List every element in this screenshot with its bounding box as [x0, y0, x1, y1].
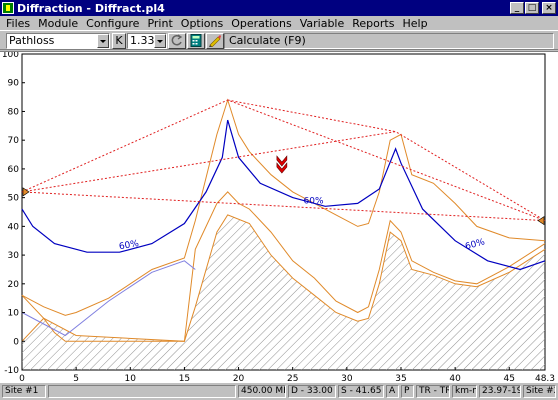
y-tick-label-7: 30	[8, 251, 20, 261]
mode-select-value: Pathloss	[9, 34, 55, 47]
minimize-button[interactable]: _	[510, 2, 524, 14]
profile-plot: 60%60%60%1009080706050403020100-100 5 10 15…	[2, 52, 555, 384]
y-tick-label-2: 80	[8, 107, 20, 117]
k-label: K	[115, 34, 123, 47]
status-site2: Site #2	[523, 385, 556, 398]
close-button[interactable]: ×	[542, 2, 556, 14]
menu-bar: Files Module Configure Print Options Ope…	[0, 16, 558, 30]
y-tick-label-6: 40	[8, 222, 20, 232]
y-tick-label-9: 10	[8, 309, 20, 319]
y-tick-label-11: -10	[4, 366, 19, 376]
calculate-status: Calculate (F9)	[224, 33, 554, 49]
menu-variable[interactable]: Variable	[296, 17, 349, 30]
menu-options[interactable]: Options	[177, 17, 227, 30]
maximize-button[interactable]: □	[525, 2, 539, 14]
pencil-icon	[209, 35, 221, 48]
refresh-icon	[171, 34, 183, 46]
status-units: km-m	[452, 385, 477, 398]
status-site1: Site #1	[2, 385, 46, 398]
status-a: A	[386, 385, 399, 398]
menu-reports[interactable]: Reports	[348, 17, 398, 30]
k-button[interactable]: K	[112, 33, 126, 49]
status-p: P	[401, 385, 414, 398]
status-tr: TR - TR	[416, 385, 450, 398]
window-controls: _ □ ×	[510, 2, 556, 14]
toolbar: Pathloss K 1.33 Calculate (F9)	[0, 30, 558, 50]
status-d-loss: D - 33.00 dB	[288, 385, 336, 398]
status-bar: Site #1 450.00 MHz D - 33.00 dB S - 41.6…	[0, 383, 558, 400]
status-blank	[48, 385, 236, 398]
app-icon	[2, 2, 14, 14]
chevron-down-icon[interactable]	[97, 34, 109, 48]
window-title: Diffraction - Diffract.pl4	[17, 1, 165, 15]
y-tick-label-4: 60	[8, 165, 20, 175]
y-tick-label-1: 90	[8, 79, 20, 89]
status-coords: 23.97-19.3	[479, 385, 521, 398]
refresh-button[interactable]	[168, 33, 186, 49]
calculate-label: Calculate (F9)	[229, 34, 306, 47]
title-bar: Diffraction - Diffract.pl4 _ □ ×	[0, 0, 558, 16]
menu-module[interactable]: Module	[34, 17, 82, 30]
fresnel-label-1: 60%	[304, 196, 324, 206]
calculator-icon	[190, 34, 202, 47]
calculator-button[interactable]	[187, 33, 205, 49]
status-frequency: 450.00 MHz	[238, 385, 286, 398]
k-factor-select[interactable]: 1.33	[127, 33, 167, 49]
status-s-loss: S - 41.65 dB	[338, 385, 384, 398]
y-tick-label-3: 70	[8, 136, 20, 146]
menu-configure[interactable]: Configure	[82, 17, 143, 30]
chevron-down-icon[interactable]	[154, 34, 166, 48]
k-factor-value: 1.33	[130, 34, 155, 47]
menu-operations[interactable]: Operations	[227, 17, 295, 30]
menu-print[interactable]: Print	[143, 17, 176, 30]
y-tick-label-8: 20	[8, 280, 20, 290]
mode-select[interactable]: Pathloss	[6, 33, 110, 49]
menu-help[interactable]: Help	[398, 17, 431, 30]
diffraction-chart[interactable]: 60% 60% 60% 100 90 80 70 60 50 40 30 20 10 0 -10 0 5 10 15…	[0, 51, 558, 384]
pencil-button[interactable]	[206, 33, 224, 49]
menu-files[interactable]: Files	[2, 17, 34, 30]
y-tick-label-5: 50	[8, 194, 20, 204]
y-tick-label-10: 0	[13, 337, 19, 347]
y-tick-label-0: 100	[2, 52, 19, 60]
